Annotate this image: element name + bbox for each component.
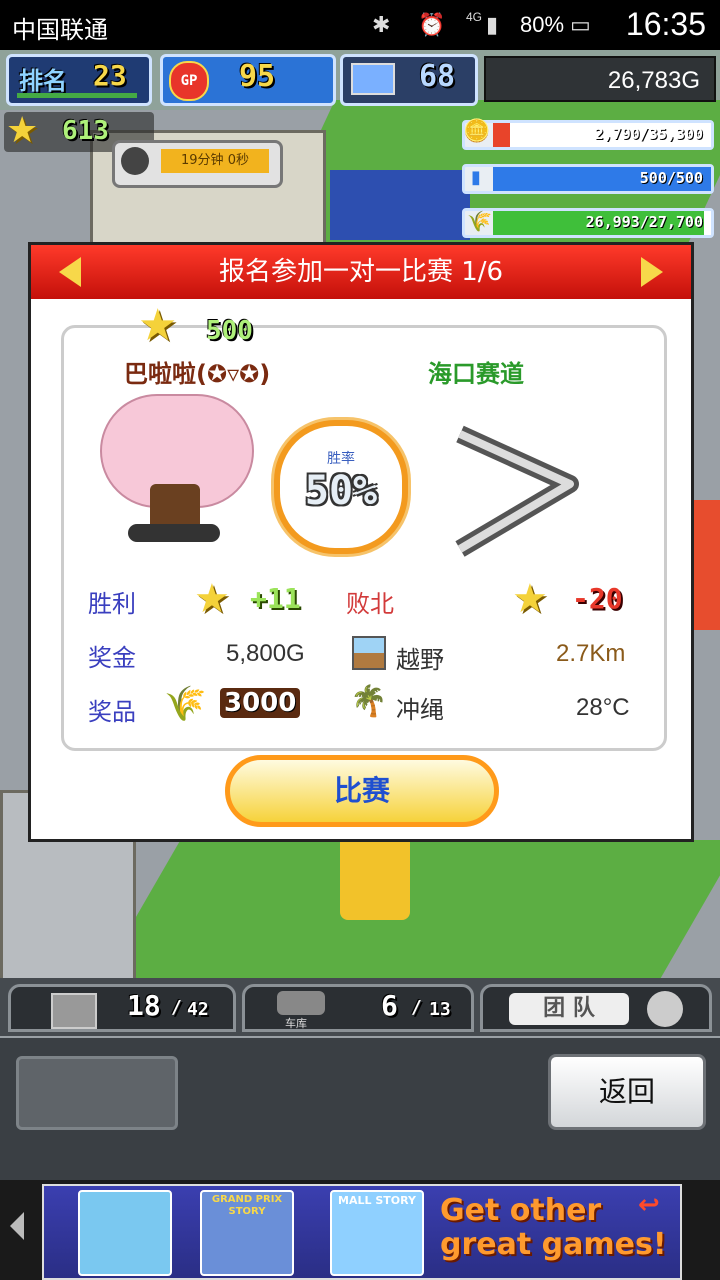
ad-game-grand-prix-title: GRAND PRIX STORY [211,1194,283,1217]
palm-tree-icon: 🌴 [350,684,388,719]
resource-bar-3: 🌾 26,993/27,700 [462,208,714,238]
stars-value: 613 [62,116,109,146]
tab-garage[interactable]: 车库 6 / 13 [242,984,474,1032]
opponent-star-icon: ★ [138,300,178,351]
ad-game-kingdom-icon[interactable] [78,1190,172,1276]
garage-car-icon [277,991,325,1015]
computer-value: 68 [419,59,456,94]
garage-sep: / [411,997,422,1018]
garage-max: 13 [429,999,451,1020]
team-label: 团 队 [509,993,629,1025]
computer-box[interactable]: 68 [340,54,478,106]
race-info-panel: ★ 500 巴啦啦(✪▿✪) 海口赛道 胜率 50% 胜利 ★ +11 败北 ★… [61,300,667,751]
empty-slot [16,1056,178,1130]
gp-icon: GP [169,61,209,101]
rank-label: 排名 [19,67,67,95]
money-display: 26,783G [484,56,716,102]
gp-value: 95 [239,59,276,94]
ad-game-mall-story-title: MALL STORY [338,1194,416,1207]
resource-bar-3-text: 26,993/27,700 [585,213,703,231]
resource-bar-2-text: 500/500 [639,169,703,187]
team-avatar-icon [647,991,683,1027]
timer-text: 19分钟 0秒 [161,149,269,173]
prize-item-value: 3000 [220,688,301,718]
distance-value: 2.7Km [556,640,626,667]
rank-value: 23 [93,59,127,92]
start-race-button[interactable]: 比赛 [225,755,499,827]
star-icon: ★ [6,110,39,151]
fuel-icon: ▮ [471,167,481,188]
ad-banner-area: GRAND PRIX STORY MALL STORY Get other gr… [0,1180,720,1280]
garage-count: 6 [381,989,398,1022]
signal-icon: ▮ [486,12,499,37]
garage-label: 车库 [285,1017,307,1030]
course-map-icon [455,425,579,557]
tab-cars[interactable]: 18 / 42 [8,984,236,1032]
gp-box[interactable]: GP 95 [160,54,336,106]
dialog-title: 报名参加一对一比赛 1/6 [218,257,504,287]
cars-count: 18 [127,989,161,1022]
win-star-icon: ★ [194,576,230,622]
opponent-stars: 500 [206,316,253,346]
ad-game-mall-story[interactable]: MALL STORY [330,1190,424,1276]
wheat-icon: 🌾 [467,209,492,233]
tire-icon [121,147,149,175]
win-rate-value: 50% [304,468,378,514]
carrier-name: 中国联通 [12,17,108,44]
coin-stack-icon: 🪙 [463,119,491,144]
blue-roof [330,170,470,240]
ad-return-arrow-icon: ↩ [638,1190,660,1220]
alarm-icon: ⏰ [418,12,446,37]
location-value: 冲绳 [396,697,444,724]
ad-game-grand-prix[interactable]: GRAND PRIX STORY [200,1190,294,1276]
win-label: 胜利 [88,590,136,618]
next-arrow-icon[interactable] [641,257,663,287]
computer-icon [351,63,395,95]
race-entry-dialog: 报名参加一对一比赛 1/6 ★ 500 巴啦啦(✪▿✪) 海口赛道 胜率 50%… [28,242,694,842]
clock: 16:35 [625,6,706,42]
resource-bar-2: ▮ 500/500 [462,164,714,194]
network-type: 4G [466,10,483,24]
ad-prev-icon[interactable] [10,1212,24,1240]
bottom-tab-bar: 18 / 42 车库 6 / 13 团 队 [0,978,720,1038]
prize-money-label: 奖金 [88,644,136,672]
opponent-name: 巴啦啦(✪▿✪) [124,360,271,388]
wheat-prize-icon: 🌾 [164,684,207,724]
ad-tagline-1: Get other [440,1193,602,1228]
win-rate-circle: 胜率 50% [274,420,408,554]
battery-level: 80% [520,12,565,37]
resource-bar-1: 🪙 2,790/35,300 [462,119,714,150]
win-rate-label: 胜率 [327,451,355,467]
ad-tagline-2: great games! [440,1227,667,1262]
driver-character [340,830,410,920]
cars-max: 42 [187,999,209,1020]
rank-progress [17,93,137,98]
bottom-panel: 返回 [0,1036,720,1182]
prize-item-label: 奖品 [88,698,136,726]
rank-box[interactable]: 排名 23 [6,54,152,106]
timer-box[interactable]: 19分钟 0秒 [112,140,283,188]
prize-money-value: 5,800G [226,640,305,667]
prev-arrow-icon[interactable] [59,257,81,287]
course-name: 海口赛道 [428,360,524,388]
ad-banner[interactable]: GRAND PRIX STORY MALL STORY Get other gr… [42,1184,682,1280]
lose-star-icon: ★ [512,576,548,622]
status-bar: 中国联通 ✱ ⏰ 4G ▮ 80% ▭ 16:35 [0,0,720,50]
win-value: +11 [250,582,301,615]
terrain-value: 越野 [396,647,444,674]
crate-icon [51,993,97,1029]
battery-icon: ▭ [570,12,591,37]
cars-sep: / [171,997,182,1018]
tab-team[interactable]: 团 队 [480,984,712,1032]
dialog-title-bar: 报名参加一对一比赛 1/6 [31,245,691,299]
resource-bar-1-text: 2,790/35,300 [594,125,703,143]
shop-sign [690,500,720,630]
lose-label: 败北 [346,590,394,618]
opponent-avatar [100,394,254,544]
terrain-icon [352,636,386,670]
back-button[interactable]: 返回 [548,1054,706,1130]
lose-value: -20 [572,582,623,615]
temperature-value: 28°C [576,694,630,721]
bluetooth-icon: ✱ [372,12,391,37]
